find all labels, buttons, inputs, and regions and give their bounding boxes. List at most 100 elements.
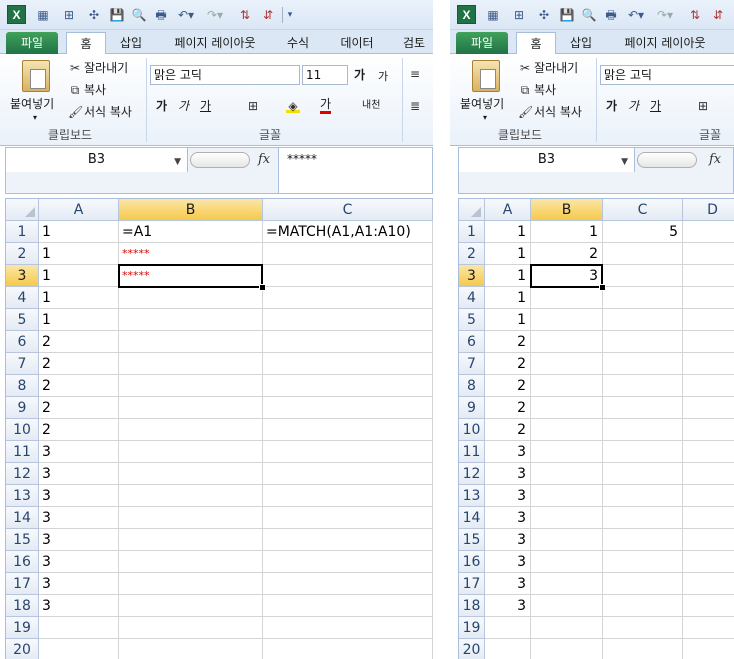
cell-c5[interactable] bbox=[603, 309, 683, 331]
cell-c19[interactable] bbox=[263, 617, 433, 639]
cell-b15[interactable] bbox=[531, 529, 603, 551]
cell-c3[interactable] bbox=[603, 265, 683, 287]
column-header-b[interactable]: B bbox=[119, 199, 263, 221]
undo-icon[interactable]: ↶▾ bbox=[175, 6, 197, 24]
cell-a5[interactable]: 1 bbox=[39, 309, 119, 331]
cell-a4[interactable]: 1 bbox=[39, 287, 119, 309]
cell-c4[interactable] bbox=[263, 287, 433, 309]
row-header-1[interactable]: 1 bbox=[459, 221, 485, 243]
cut-icon[interactable]: ✂ bbox=[518, 61, 532, 75]
cell-b8[interactable] bbox=[531, 375, 603, 397]
cell-a7[interactable]: 2 bbox=[485, 353, 531, 375]
cell-a7[interactable]: 2 bbox=[39, 353, 119, 375]
cell-c12[interactable] bbox=[603, 463, 683, 485]
shrink-font-button[interactable]: 가 bbox=[378, 69, 388, 85]
cell-c11[interactable] bbox=[603, 441, 683, 463]
cell-c6[interactable] bbox=[603, 331, 683, 353]
cell-a2[interactable]: 1 bbox=[485, 243, 531, 265]
cell-d5[interactable] bbox=[683, 309, 734, 331]
cell-c18[interactable] bbox=[263, 595, 433, 617]
cell-a14[interactable]: 3 bbox=[485, 507, 531, 529]
italic-button[interactable]: 가 bbox=[178, 98, 189, 114]
cell-d13[interactable] bbox=[683, 485, 734, 507]
cell-c2[interactable] bbox=[263, 243, 433, 265]
row-header-17[interactable]: 17 bbox=[6, 573, 39, 595]
cell-a19[interactable] bbox=[39, 617, 119, 639]
undo-icon[interactable]: ↶▾ bbox=[625, 6, 647, 24]
cell-d10[interactable] bbox=[683, 419, 734, 441]
cell-a3[interactable]: 1 bbox=[485, 265, 531, 287]
cell-a11[interactable]: 3 bbox=[39, 441, 119, 463]
row-header-12[interactable]: 12 bbox=[6, 463, 39, 485]
formula-input[interactable]: ***** bbox=[278, 148, 432, 193]
cell-a5[interactable]: 1 bbox=[485, 309, 531, 331]
cell-b14[interactable] bbox=[531, 507, 603, 529]
cell-b3[interactable]: ***** bbox=[119, 265, 263, 287]
cell-a14[interactable]: 3 bbox=[39, 507, 119, 529]
tab-file[interactable]: 파일 bbox=[456, 32, 508, 54]
cell-b15[interactable] bbox=[119, 529, 263, 551]
row-header-18[interactable]: 18 bbox=[6, 595, 39, 617]
chevron-down-icon[interactable]: ▼ bbox=[174, 150, 181, 174]
cut-icon[interactable]: ✂ bbox=[68, 61, 82, 75]
tab-home[interactable]: 홈 bbox=[516, 32, 556, 54]
grid-icon[interactable]: ▦ bbox=[34, 6, 52, 24]
cell-c13[interactable] bbox=[603, 485, 683, 507]
cell-b8[interactable] bbox=[119, 375, 263, 397]
row-header-12[interactable]: 12 bbox=[459, 463, 485, 485]
row-header-3[interactable]: 3 bbox=[6, 265, 39, 287]
cell-a15[interactable]: 3 bbox=[485, 529, 531, 551]
row-header-9[interactable]: 9 bbox=[6, 397, 39, 419]
grow-font-button[interactable]: 가 bbox=[354, 67, 365, 83]
bold-button[interactable]: 가 bbox=[156, 98, 167, 114]
cell-d3[interactable] bbox=[683, 265, 734, 287]
select-all-corner[interactable] bbox=[459, 199, 485, 221]
row-header-17[interactable]: 17 bbox=[459, 573, 485, 595]
cell-c20[interactable] bbox=[603, 639, 683, 659]
cell-a2[interactable]: 1 bbox=[39, 243, 119, 265]
align-top-icon[interactable]: ≡ bbox=[408, 67, 422, 81]
row-header-11[interactable]: 11 bbox=[6, 441, 39, 463]
row-header-1[interactable]: 1 bbox=[6, 221, 39, 243]
format-painter-button[interactable]: 서식 복사 bbox=[534, 104, 582, 120]
cell-b12[interactable] bbox=[531, 463, 603, 485]
cell-a12[interactable]: 3 bbox=[485, 463, 531, 485]
cell-d19[interactable] bbox=[683, 617, 734, 639]
print-preview-icon[interactable]: 🔍 bbox=[580, 6, 598, 24]
row-header-9[interactable]: 9 bbox=[459, 397, 485, 419]
cell-b2[interactable]: 2 bbox=[531, 243, 603, 265]
row-header-8[interactable]: 8 bbox=[459, 375, 485, 397]
cell-d20[interactable] bbox=[683, 639, 734, 659]
cell-a17[interactable]: 3 bbox=[485, 573, 531, 595]
cell-a12[interactable]: 3 bbox=[39, 463, 119, 485]
cell-a10[interactable]: 2 bbox=[485, 419, 531, 441]
cell-b19[interactable] bbox=[119, 617, 263, 639]
fill-handle[interactable] bbox=[259, 284, 266, 291]
cell-a20[interactable] bbox=[485, 639, 531, 659]
row-header-8[interactable]: 8 bbox=[6, 375, 39, 397]
cell-c8[interactable] bbox=[263, 375, 433, 397]
cell-c8[interactable] bbox=[603, 375, 683, 397]
cell-a11[interactable]: 3 bbox=[485, 441, 531, 463]
row-header-5[interactable]: 5 bbox=[6, 309, 39, 331]
sort-descending-icon[interactable]: ⇵ bbox=[258, 6, 278, 24]
sort-descending-icon[interactable]: ⇵ bbox=[708, 6, 728, 24]
cell-b6[interactable] bbox=[531, 331, 603, 353]
cell-a8[interactable]: 2 bbox=[39, 375, 119, 397]
cut-button[interactable]: 잘라내기 bbox=[84, 60, 128, 76]
cell-a16[interactable]: 3 bbox=[485, 551, 531, 573]
worksheet-grid[interactable]: A B C D 1 1 1 5 2 1 2 3 1 3 4 1 5 1 6 2 7 2 8 2 9 2 10 2 11 3 12 3 13 3 14… bbox=[458, 198, 734, 659]
name-box-resize-handle[interactable] bbox=[637, 152, 697, 168]
chevron-down-icon[interactable]: ▾ bbox=[33, 110, 37, 126]
italic-button[interactable]: 가 bbox=[628, 98, 639, 114]
cell-b14[interactable] bbox=[119, 507, 263, 529]
cell-c10[interactable] bbox=[603, 419, 683, 441]
cell-d18[interactable] bbox=[683, 595, 734, 617]
cell-b20[interactable] bbox=[531, 639, 603, 659]
cell-c10[interactable] bbox=[263, 419, 433, 441]
cell-c17[interactable] bbox=[263, 573, 433, 595]
copy-button[interactable]: 복사 bbox=[84, 82, 106, 98]
cell-a13[interactable]: 3 bbox=[485, 485, 531, 507]
row-header-3[interactable]: 3 bbox=[459, 265, 485, 287]
fx-icon[interactable]: fx bbox=[709, 150, 721, 170]
